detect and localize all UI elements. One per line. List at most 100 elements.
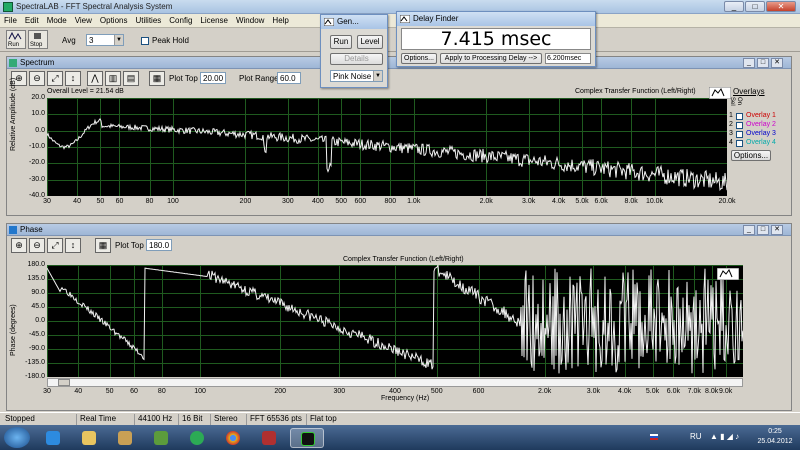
close-button[interactable]: ✕ (766, 1, 796, 12)
phase-maximize-icon[interactable]: □ (757, 225, 769, 235)
spectrum-plot[interactable] (46, 98, 728, 197)
zoom-y-icon[interactable]: ↕ (65, 71, 81, 86)
phase-x-tick: 7.0k (687, 388, 701, 395)
spectrum-minimize-icon[interactable]: _ (743, 58, 755, 68)
app-icon-red (262, 431, 276, 445)
run-icon (8, 31, 22, 41)
phase-close-icon[interactable]: ✕ (771, 225, 783, 235)
phase-trace (46, 263, 744, 378)
overlay-number[interactable]: 3 (729, 130, 733, 137)
delay-value-field[interactable]: 6.200msec (545, 53, 591, 64)
overlay-name: Overlay 1 (746, 112, 776, 119)
phase-plot-top-input[interactable]: 180.0 (146, 239, 172, 251)
overlay-on-checkbox[interactable] (736, 113, 743, 120)
tray-icons[interactable]: ▲ ▮ ◢ ♪ (710, 432, 739, 441)
status-fft-size: FFT 65536 pts (246, 414, 302, 425)
peak-hold-checkbox[interactable] (141, 37, 149, 45)
generator-level-button[interactable]: Level (357, 35, 383, 49)
phase-x-tick: 2.0k (538, 388, 552, 395)
phase-x-tick: 400 (389, 388, 401, 395)
phase-plot-properties-icon[interactable]: ▦ (95, 238, 111, 253)
generator-signal-value: Pink Noise (333, 72, 372, 81)
phase-zoom-out-icon[interactable]: ⊖ (29, 238, 45, 253)
generator-details-button[interactable]: Details (330, 53, 383, 65)
overlay-number[interactable]: 1 (729, 112, 733, 119)
phase-zoom-x-icon[interactable]: ⤢ (47, 238, 63, 253)
generator-run-button[interactable]: Run (330, 35, 352, 49)
phase-cursor-tool-icon[interactable] (717, 268, 739, 280)
clock-time[interactable]: 0:25 (754, 428, 796, 435)
menu-options[interactable]: Options (96, 14, 132, 25)
cursor-tool-icon[interactable] (709, 87, 731, 99)
flag-icon (650, 434, 658, 440)
overlay-name: Overlay 4 (746, 139, 776, 146)
avg-select[interactable]: 3 ▼ (86, 34, 124, 46)
menu-license[interactable]: License (196, 14, 232, 25)
menu-config[interactable]: Config (165, 14, 196, 25)
taskbar-app2[interactable] (144, 428, 178, 448)
taskbar-app1[interactable] (108, 428, 142, 448)
taskbar-explorer[interactable] (72, 428, 106, 448)
menu-help[interactable]: Help (268, 14, 292, 25)
maximize-button[interactable]: □ (745, 1, 765, 12)
overlays-title: Overlays (733, 87, 765, 96)
peak-marker-icon[interactable]: ⋀ (87, 71, 103, 86)
start-button[interactable] (4, 427, 30, 448)
overlay-number[interactable]: 2 (729, 121, 733, 128)
taskbar-spectralab[interactable] (290, 428, 324, 448)
spectrum-maximize-icon[interactable]: □ (757, 58, 769, 68)
menu-utilities[interactable]: Utilities (131, 14, 165, 25)
overlay-on-checkbox[interactable] (736, 131, 743, 138)
menu-file[interactable]: File (0, 14, 21, 25)
phase-zoom-y-icon[interactable]: ↕ (65, 238, 81, 253)
overlay-number[interactable]: 4 (729, 139, 733, 146)
app-icon (3, 2, 13, 12)
generator-signal-select[interactable]: Pink Noise ▼ (330, 70, 383, 82)
taskbar-app3[interactable] (180, 428, 214, 448)
overlay-name: Overlay 3 (746, 130, 776, 137)
phase-y-tick: -45.0 (29, 331, 45, 338)
octave-icon[interactable]: ▤ (123, 71, 139, 86)
taskbar-app4[interactable] (252, 428, 286, 448)
apply-delay-button[interactable]: Apply to Processing Delay --> (440, 53, 542, 64)
spectrum-x-tick: 20.0k (718, 198, 736, 205)
phase-minimize-icon[interactable]: _ (743, 225, 755, 235)
clock-date[interactable]: 25.04.2012 (754, 438, 796, 445)
window-title: SpectraLAB - FFT Spectral Analysis Syste… (16, 2, 173, 11)
spectrum-line (46, 117, 728, 192)
taskbar-ie[interactable] (36, 428, 70, 448)
overlay-on-checkbox[interactable] (736, 140, 743, 147)
overlay-options-button[interactable]: Options... (731, 150, 771, 161)
spectrum-y-tick: 20.0 (31, 94, 45, 101)
phase-plot[interactable] (46, 263, 744, 378)
menu-view[interactable]: View (71, 14, 96, 25)
spectrum-plot-top-input[interactable]: 20.00 (200, 72, 226, 84)
phase-zoom-in-icon[interactable]: ⊕ (11, 238, 27, 253)
delay-options-button[interactable]: Options... (401, 53, 437, 64)
phase-x-axis-label: Frequency (Hz) (381, 395, 430, 402)
taskbar-chrome[interactable] (216, 428, 250, 448)
menu-edit[interactable]: Edit (21, 14, 43, 25)
phase-horizontal-scrollbar[interactable] (47, 378, 743, 387)
zoom-x-icon[interactable]: ⤢ (47, 71, 63, 86)
menu-mode[interactable]: Mode (43, 14, 71, 25)
stop-button[interactable]: Stop (28, 30, 48, 49)
spectrum-close-icon[interactable]: ✕ (771, 58, 783, 68)
status-state: Stopped (5, 414, 35, 423)
phase-x-tick: 80 (157, 388, 166, 395)
minimize-button[interactable]: _ (724, 1, 744, 12)
run-button[interactable]: Run (6, 30, 26, 49)
plot-properties-icon[interactable]: ▦ (149, 71, 165, 86)
spectrum-x-tick: 600 (354, 198, 367, 205)
language-indicator[interactable]: RU (690, 432, 702, 441)
phase-scroll-thumb[interactable] (58, 379, 70, 386)
overlay-on-checkbox[interactable] (736, 122, 743, 129)
tools-icon (118, 431, 132, 445)
plot-range-input[interactable]: 60.0 (277, 72, 301, 84)
zoom-out-icon[interactable]: ⊖ (29, 71, 45, 86)
menu-window[interactable]: Window (232, 14, 268, 25)
spectrum-x-tick: 100 (167, 198, 179, 205)
bar-mode-icon[interactable]: ▥ (105, 71, 121, 86)
generator-window-icon (324, 18, 334, 26)
spectrum-x-tick: 4.0k (552, 198, 566, 205)
